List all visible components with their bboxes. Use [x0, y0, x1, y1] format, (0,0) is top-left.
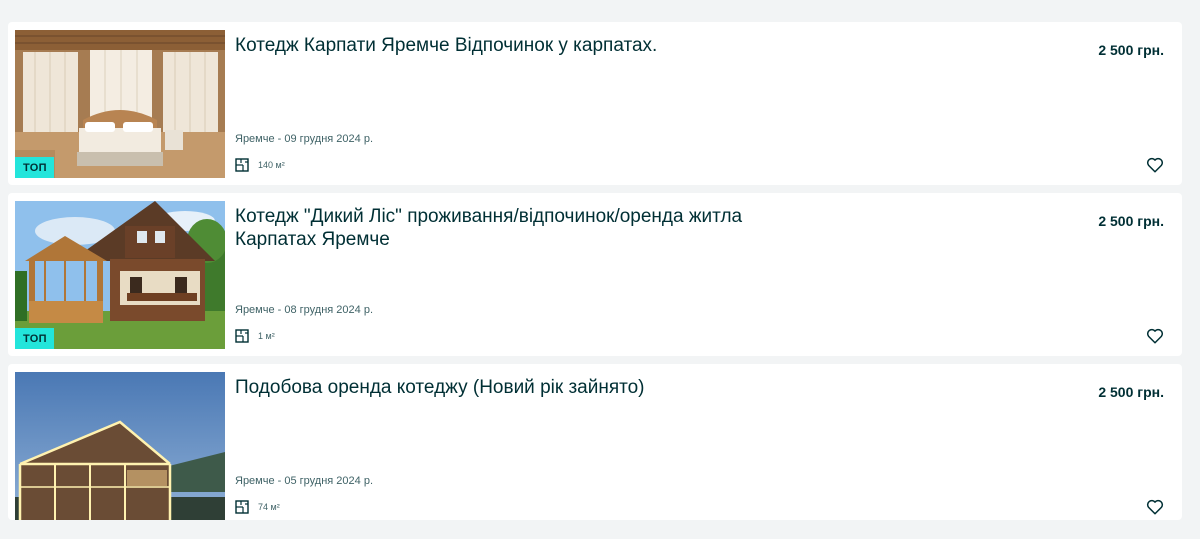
bedroom-photo — [15, 30, 225, 178]
listing-area: 140 м² — [235, 158, 285, 172]
listing-price: 2 500 грн. — [1098, 42, 1164, 58]
listing-location-date: Яремче - 08 грудня 2024 р. — [235, 304, 374, 316]
heart-icon[interactable] — [1146, 327, 1164, 345]
listing-area-value: 1 м² — [258, 331, 275, 341]
listing-location-date: Яремче - 05 грудня 2024 р. — [235, 475, 374, 487]
listing-card[interactable]: ТОП Котедж "Дикий Ліс" проживання/відпоч… — [8, 193, 1182, 356]
listing-area: 74 м² — [235, 500, 280, 514]
listing-price: 2 500 грн. — [1098, 213, 1164, 229]
cottage-photo — [15, 201, 225, 349]
floor-plan-icon — [235, 329, 249, 343]
floor-plan-icon — [235, 500, 249, 514]
listing-area-value: 140 м² — [258, 160, 285, 170]
illuminated-cottage-photo — [15, 372, 225, 520]
top-badge: ТОП — [15, 328, 54, 349]
listing-card[interactable]: ТОП Котедж Карпати Яремче Відпочинок у к… — [8, 22, 1182, 185]
listing-location-date: Яремче - 09 грудня 2024 р. — [235, 133, 374, 145]
listing-photo[interactable] — [15, 372, 225, 520]
listing-list: ТОП Котедж Карпати Яремче Відпочинок у к… — [8, 22, 1182, 528]
heart-icon[interactable] — [1146, 156, 1164, 174]
listing-area: 1 м² — [235, 329, 275, 343]
listing-photo[interactable]: ТОП — [15, 30, 225, 178]
floor-plan-icon — [235, 158, 249, 172]
listing-price: 2 500 грн. — [1098, 384, 1164, 400]
listing-card[interactable]: Подобова оренда котеджу (Новий рік зайня… — [8, 364, 1182, 520]
listing-area-value: 74 м² — [258, 502, 280, 512]
listing-title[interactable]: Котедж "Дикий Ліс" проживання/відпочинок… — [235, 205, 795, 251]
top-badge: ТОП — [15, 157, 54, 178]
listing-title[interactable]: Котедж Карпати Яремче Відпочинок у карпа… — [235, 34, 795, 57]
heart-icon[interactable] — [1146, 498, 1164, 516]
listing-title[interactable]: Подобова оренда котеджу (Новий рік зайня… — [235, 376, 795, 399]
listing-photo[interactable]: ТОП — [15, 201, 225, 349]
